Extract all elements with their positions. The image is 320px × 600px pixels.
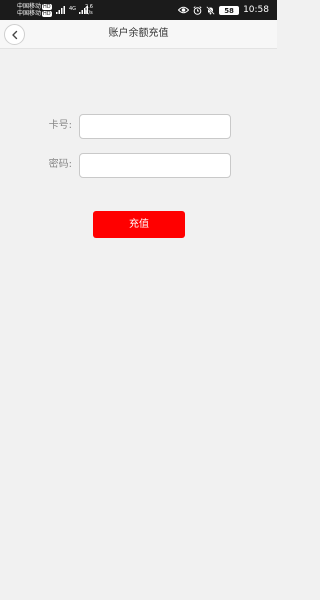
mute-bell-icon <box>206 5 215 15</box>
card-number-label: 卡号: <box>48 120 72 131</box>
carrier-group: 中国移动 HD 中国移动 HD <box>17 3 52 17</box>
page-title: 账户余额充值 <box>108 28 169 39</box>
speed-unit: K/s <box>85 10 93 16</box>
carrier-line-2: 中国移动 HD <box>17 10 52 17</box>
password-label: 密码: <box>48 159 72 170</box>
chevron-left-icon <box>11 30 17 39</box>
eye-icon <box>178 6 190 14</box>
network-type: 4G <box>69 6 77 12</box>
recharge-button[interactable]: 充值 <box>93 211 185 238</box>
hd-badge-2: HD <box>42 11 52 17</box>
carrier-name-1: 中国移动 <box>17 3 42 10</box>
card-number-input[interactable] <box>79 114 231 139</box>
signal-strength-icon <box>56 6 65 14</box>
battery-icon: 58 <box>219 5 240 15</box>
carrier-name-2: 中国移动 <box>17 10 42 17</box>
page-header: 账户余额充值 <box>0 20 277 49</box>
status-right: 58 10:58 <box>178 3 269 17</box>
battery-level: 58 <box>224 6 234 15</box>
status-bar: 中国移动 HD 中国移动 HD 4G 2.6 K/s 58 10:58 <box>0 0 277 20</box>
carrier-line-1: 中国移动 HD <box>17 3 52 10</box>
status-time: 10:58 <box>243 5 269 15</box>
network-speed: 2.6 K/s <box>85 4 93 16</box>
back-button[interactable] <box>4 24 25 45</box>
password-input[interactable] <box>79 153 231 178</box>
alarm-icon <box>193 5 202 15</box>
